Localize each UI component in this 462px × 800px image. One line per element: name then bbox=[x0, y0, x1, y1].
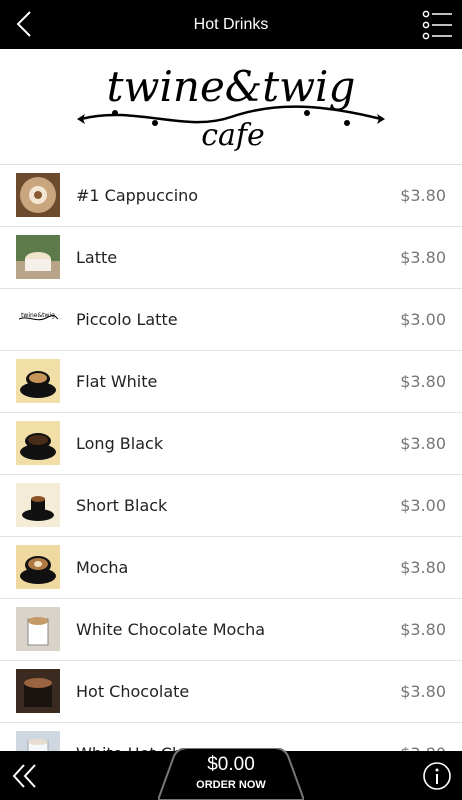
product-name: Latte bbox=[76, 248, 118, 267]
product-name: Long Black bbox=[76, 434, 164, 453]
product-thumbnail bbox=[16, 669, 60, 713]
product-price: $3.00 bbox=[400, 496, 446, 515]
list-item[interactable]: White Chocolate Mocha $3.80 bbox=[0, 599, 462, 661]
product-name: Mocha bbox=[76, 558, 129, 577]
product-thumbnail bbox=[16, 421, 60, 465]
product-name: Hot Chocolate bbox=[76, 682, 190, 701]
product-thumbnail bbox=[16, 731, 60, 751]
product-thumbnail bbox=[16, 607, 60, 651]
info-button[interactable] bbox=[422, 761, 452, 791]
product-thumbnail bbox=[16, 483, 60, 527]
list-menu-icon bbox=[422, 10, 452, 40]
product-price: $3.80 bbox=[400, 372, 446, 391]
product-thumbnail bbox=[16, 545, 60, 589]
product-name: #1 Cappuccino bbox=[76, 186, 199, 205]
product-thumbnail bbox=[16, 173, 60, 217]
list-item[interactable]: Mocha $3.80 bbox=[0, 537, 462, 599]
product-price: $3.80 bbox=[400, 682, 446, 701]
double-chevron-left-icon bbox=[12, 764, 36, 788]
product-thumbnail bbox=[16, 359, 60, 403]
svg-text:twine&twig: twine&twig bbox=[107, 62, 356, 111]
product-price: $3.80 bbox=[400, 248, 446, 267]
product-price: $3.80 bbox=[400, 723, 446, 751]
list-item[interactable]: Flat White $3.80 bbox=[0, 351, 462, 413]
cafe-logo: twine&twig cafe bbox=[77, 62, 385, 153]
product-thumbnail: twine&twig bbox=[16, 297, 60, 341]
top-bar: Hot Drinks bbox=[0, 0, 462, 49]
product-price: $3.00 bbox=[400, 310, 446, 329]
product-name: Flat White bbox=[76, 372, 158, 391]
order-now-button[interactable]: $0.00 ORDER NOW bbox=[158, 748, 304, 800]
list-item[interactable]: Long Black $3.80 bbox=[0, 413, 462, 475]
product-name: White Chocolate Mocha bbox=[76, 620, 266, 639]
drink-list: #1 Cappuccino $3.80 Latte $3.80 twine&twig Pi… bbox=[0, 165, 462, 751]
cafe-logo-banner: twine&twig cafe bbox=[0, 49, 462, 165]
list-item[interactable]: Hot Chocolate $3.80 bbox=[0, 661, 462, 723]
list-item[interactable]: #1 Cappuccino $3.80 bbox=[0, 165, 462, 227]
product-price: $3.80 bbox=[400, 434, 446, 453]
list-item[interactable]: Latte $3.80 bbox=[0, 227, 462, 289]
list-item[interactable]: Short Black $3.00 bbox=[0, 475, 462, 537]
product-name: White Hot Ch bbox=[76, 723, 182, 751]
product-price: $3.80 bbox=[400, 620, 446, 639]
product-name: Short Black bbox=[76, 496, 168, 515]
svg-text:twine&twig: twine&twig bbox=[21, 312, 55, 319]
product-price: $3.80 bbox=[400, 558, 446, 577]
product-thumbnail bbox=[16, 235, 60, 279]
home-back-button[interactable] bbox=[10, 761, 40, 791]
svg-text:cafe: cafe bbox=[201, 118, 265, 153]
page-title: Hot Drinks bbox=[193, 16, 269, 33]
list-item[interactable]: twine&twig Piccolo Latte $3.00 bbox=[0, 289, 462, 351]
product-price: $3.80 bbox=[400, 186, 446, 205]
cart-total: $0.00 bbox=[207, 754, 255, 775]
order-now-label: ORDER NOW bbox=[196, 779, 266, 791]
menu-button[interactable] bbox=[422, 10, 454, 40]
info-icon bbox=[423, 762, 451, 790]
product-name: Piccolo Latte bbox=[76, 310, 178, 329]
list-item[interactable]: White Hot Ch $3.80 bbox=[0, 723, 462, 751]
